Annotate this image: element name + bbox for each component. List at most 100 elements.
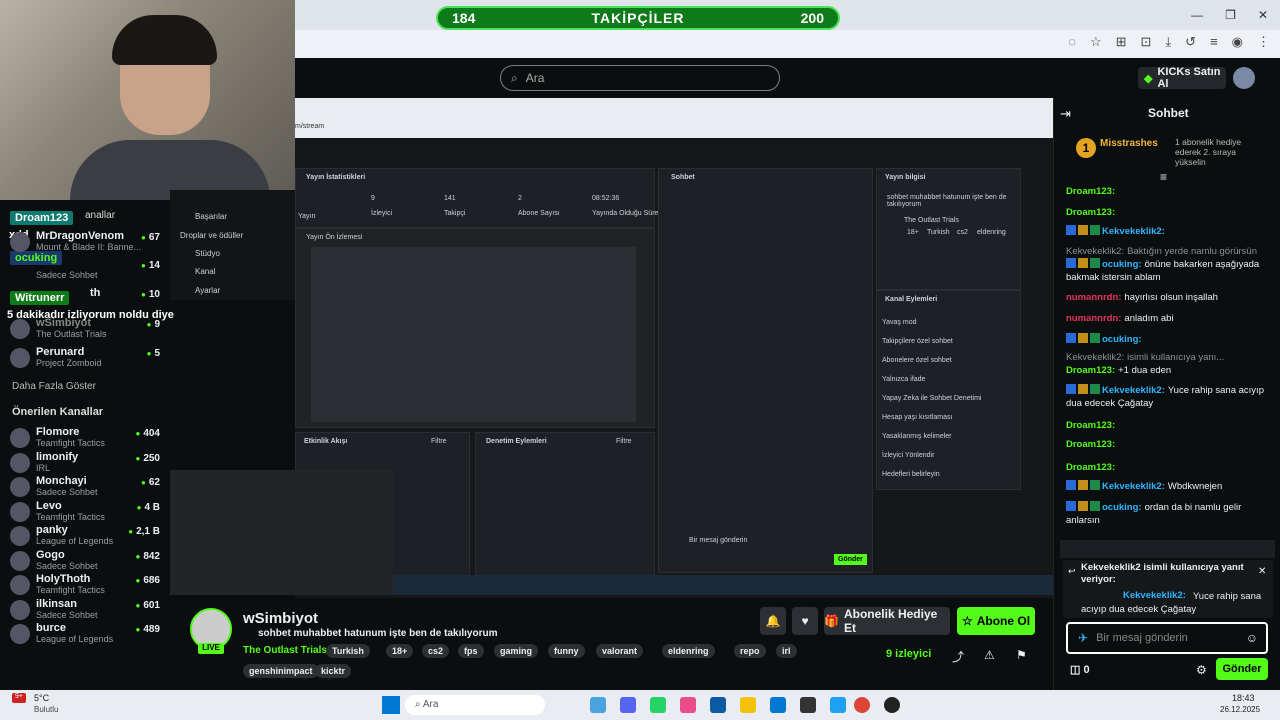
viewer-count: 10 (141, 289, 160, 300)
chat-username[interactable]: Kekvekeklik2: (1102, 226, 1165, 237)
chrome-icon[interactable] (854, 697, 870, 713)
chat-username[interactable]: Droam123: (1066, 420, 1115, 431)
sidebar-recommended-channel[interactable]: LevoTeamfight Tactics 4 B (10, 500, 165, 526)
sidebar-recommended-channel[interactable]: limonifyIRL 250 (10, 451, 165, 477)
widgets-icon[interactable] (590, 697, 606, 713)
chat-username[interactable]: Droam123: (1066, 207, 1115, 218)
stream-tag[interactable]: fps (458, 644, 484, 658)
sub-badge-icon (1066, 480, 1076, 490)
weather-temp[interactable]: 5°C (34, 693, 49, 703)
chat-username[interactable]: Kekvekeklik2: (1102, 385, 1165, 396)
stream-tag[interactable]: Turkish (326, 644, 370, 658)
share-icon[interactable]: ⤴ (952, 648, 964, 665)
bell-button[interactable]: 🔔 (760, 607, 786, 635)
close-icon[interactable]: ✕ (1258, 8, 1268, 22)
user-avatar[interactable] (1233, 67, 1255, 89)
sidebar-channel[interactable]: PerunardProject Zomboid 5 (10, 346, 165, 372)
inner-send: Gönder (834, 554, 867, 565)
chat-username[interactable]: Droam123: (1066, 462, 1115, 473)
stream-tag[interactable]: 18+ (386, 644, 414, 658)
chat-username[interactable]: ocuking: (1102, 334, 1142, 345)
explorer-icon[interactable] (740, 697, 756, 713)
channel-name: panky (36, 524, 68, 536)
stream-tag[interactable]: repo (734, 644, 766, 658)
settings-icon[interactable]: ⚙ (1196, 663, 1207, 677)
gift-badge-icon (1090, 333, 1100, 343)
sidebar-recommended-channel[interactable]: pankyLeague of Legends 2,1 B (10, 524, 165, 550)
report-icon[interactable]: ⚠ (984, 648, 995, 662)
stream-tag[interactable]: genshinimpact (243, 664, 319, 678)
stream-tag[interactable]: gaming (494, 644, 539, 658)
gift-sub-button[interactable]: 🎁 Abonelik Hediye Et (824, 607, 950, 635)
start-icon[interactable] (382, 696, 400, 714)
star-icon[interactable]: ☆ (1090, 34, 1102, 50)
chat-username[interactable]: Droam123: (1066, 186, 1115, 197)
stream-tag[interactable]: eldenring (662, 644, 715, 658)
show-more-link[interactable]: Daha Fazla Göster (12, 381, 96, 392)
stream-tag[interactable]: irl (776, 644, 797, 658)
sidebar-recommended-channel[interactable]: MonchayiSadece Sohbet 62 (10, 475, 165, 501)
chat-username[interactable]: Droam123: (1066, 365, 1115, 376)
mail-icon[interactable] (710, 697, 726, 713)
terminal-icon[interactable] (800, 697, 816, 713)
chat-username[interactable]: Kekvekeklik2: (1066, 352, 1124, 363)
sidebar-channel[interactable]: th 10 (10, 287, 165, 313)
chat-username[interactable]: numannrdn: (1066, 292, 1121, 303)
sidebar-recommended-channel[interactable]: burceLeague of Legends 489 (10, 622, 165, 648)
stream-tag[interactable]: funny (548, 644, 585, 658)
eye-off-icon[interactable]: ◌ (1068, 34, 1076, 50)
copilot-icon[interactable] (680, 697, 696, 713)
stream-tag[interactable]: cs2 (422, 644, 450, 658)
chat-username[interactable]: Kekvekeklik2: (1066, 246, 1124, 257)
sidebar-recommended-channel[interactable]: GogoSadece Sohbet 842 (10, 549, 165, 575)
avatar (10, 526, 30, 546)
playlist-icon[interactable]: ≡ (1210, 34, 1218, 50)
emoji-icon[interactable]: ☺ (1246, 631, 1258, 645)
mod-icon[interactable]: ⚑ (1016, 648, 1027, 662)
taskbar-search[interactable]: ⌕ Ara (405, 695, 545, 715)
search-input[interactable]: ⌕ Ara (500, 65, 780, 91)
store-icon[interactable] (770, 697, 786, 713)
sidebar-channel[interactable]: MrDragonVenomMount & Blade II: Banne...6… (10, 230, 165, 256)
chat-pinned-toggle-icon[interactable]: ≡ (1160, 170, 1167, 184)
download-icon[interactable]: ⤓ (1165, 34, 1171, 50)
sidebar-recommended-channel[interactable]: ilkinsanSadece Sohbet 601 (10, 598, 165, 624)
translate-icon[interactable]: ⊞ (1116, 34, 1127, 50)
discord-icon[interactable] (620, 697, 636, 713)
send-button[interactable]: Gönder (1216, 658, 1268, 680)
avatar (10, 232, 30, 252)
channels-header-partial: anallar (85, 210, 116, 221)
close-reply-icon[interactable]: ✕ (1258, 566, 1266, 577)
maximize-icon[interactable]: ❐ (1225, 8, 1236, 22)
leaderboard-text: 1 abonelik hediye ederek 2. sıraya yükse… (1175, 137, 1242, 167)
chat-username[interactable]: Kekvekeklik2: (1102, 481, 1165, 492)
chat-input[interactable]: ✈ Bir mesaj gönderin ☺ (1066, 622, 1268, 654)
extensions-icon[interactable]: ⊡ (1141, 34, 1152, 50)
sidebar-channel[interactable]: wSimbiyotThe Outlast Trials 9 (10, 317, 165, 343)
streamer-name[interactable]: wSimbiyot (243, 610, 318, 627)
subscribe-button[interactable]: ☆ Abone Ol (957, 607, 1035, 635)
chat-username[interactable]: numannrdn: (1066, 313, 1121, 324)
minimize-icon[interactable]: — (1191, 8, 1203, 22)
app-icon[interactable] (830, 697, 846, 713)
chat-username[interactable]: ocuking: (1102, 259, 1142, 270)
history-icon[interactable]: ↺ (1185, 34, 1196, 50)
chat-username[interactable]: ocuking: (1102, 502, 1142, 513)
chat-username[interactable]: Droam123: (1066, 439, 1115, 450)
collapse-chat-icon[interactable]: ⇥ (1060, 106, 1071, 122)
stream-tag[interactable]: valorant (596, 644, 644, 658)
stream-category[interactable]: The Outlast Trials (243, 645, 327, 656)
buy-kicks-button[interactable]: ◆ KICKs Satın Al (1138, 66, 1226, 90)
sidebar-channel[interactable]: Sadece Sohbet 14 (10, 258, 165, 284)
stream-title: sohbet muhabbet hatunum işte ben de takı… (258, 628, 498, 639)
obs-icon[interactable] (884, 697, 900, 713)
follow-heart-button[interactable]: ♥ (792, 607, 818, 635)
sidebar-recommended-channel[interactable]: HolyThothTeamfight Tactics 686 (10, 573, 165, 599)
stream-tag[interactable]: kicktr (315, 664, 352, 678)
menu-icon[interactable]: ⋮ (1257, 34, 1270, 50)
leaderboard-user[interactable]: Misstrashes (1100, 138, 1158, 149)
whatsapp-icon[interactable] (650, 697, 666, 713)
clock-time[interactable]: 18:43 (1232, 693, 1255, 703)
profile-icon[interactable]: ◉ (1232, 34, 1243, 50)
sidebar-recommended-channel[interactable]: FlomoreTeamfight Tactics 404 (10, 426, 165, 452)
